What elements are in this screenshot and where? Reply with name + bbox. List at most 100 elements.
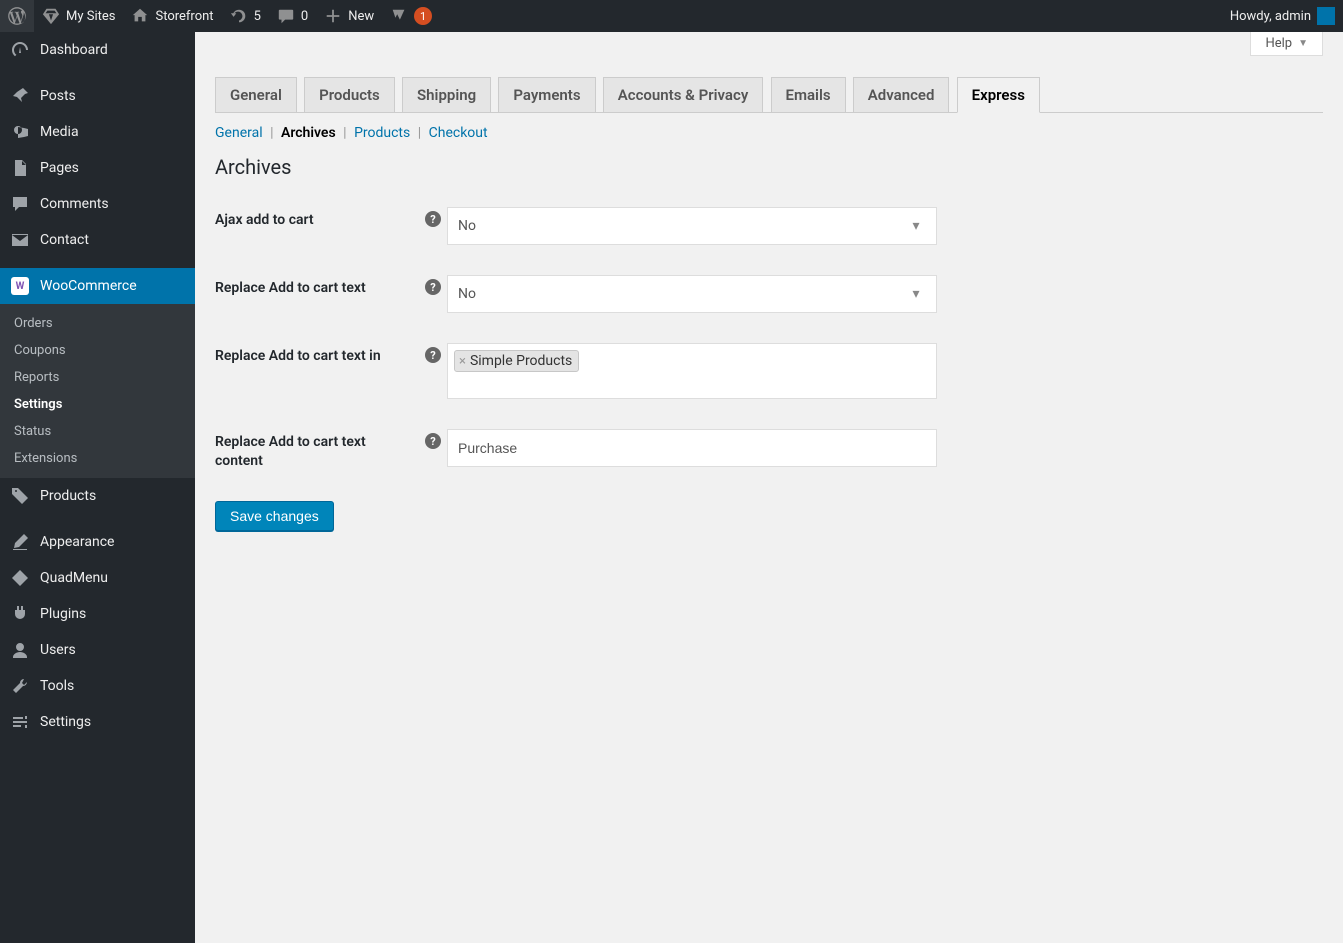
sidebar-item-posts[interactable]: Posts: [0, 78, 195, 114]
updates-count: 5: [254, 9, 261, 24]
submenu-status[interactable]: Status: [0, 418, 195, 445]
save-changes-button[interactable]: Save changes: [215, 501, 334, 531]
site-name-label: Storefront: [155, 9, 213, 24]
plugins-icon: [10, 604, 30, 624]
help-toggle[interactable]: Help ▼: [1250, 32, 1323, 56]
chevron-down-icon: ▾: [902, 208, 930, 244]
selected-tag: × Simple Products: [454, 350, 579, 372]
field-label: Ajax add to cart: [215, 207, 425, 230]
tab-emails[interactable]: Emails: [771, 77, 846, 112]
sidebar-item-users[interactable]: Users: [0, 632, 195, 668]
help-icon[interactable]: ?: [425, 211, 441, 227]
sidebar-item-contact[interactable]: Contact: [0, 222, 195, 258]
submenu-settings[interactable]: Settings: [0, 391, 195, 418]
sidebar-item-appearance[interactable]: Appearance: [0, 524, 195, 560]
wp-logo[interactable]: [0, 0, 34, 32]
section-subnav: General | Archives | Products | Checkout: [215, 125, 1323, 141]
admin-bar: My Sites Storefront 5 0 New 1 Howdy, adm…: [0, 0, 1343, 32]
settings-form: Ajax add to cart ? No ▾ Replace Add to c…: [215, 207, 1323, 471]
product-icon: [10, 486, 30, 506]
yoast-icon: [390, 7, 408, 25]
sidebar-item-label: Plugins: [40, 606, 86, 622]
field-label: Replace Add to cart text: [215, 275, 425, 298]
tab-products[interactable]: Products: [304, 77, 395, 112]
comment-icon: [277, 7, 295, 25]
sidebar-item-dashboard[interactable]: Dashboard: [0, 32, 195, 68]
row-replace-text-content: Replace Add to cart text content ?: [215, 429, 1323, 471]
help-icon[interactable]: ?: [425, 347, 441, 363]
sidebar-item-label: Dashboard: [40, 42, 108, 58]
account-link[interactable]: Howdy, admin: [1222, 0, 1343, 32]
tab-general[interactable]: General: [215, 77, 297, 112]
sidebar-item-label: Products: [40, 488, 96, 504]
dashboard-icon: [10, 40, 30, 60]
submenu-extensions[interactable]: Extensions: [0, 445, 195, 472]
sidebar-item-plugins[interactable]: Plugins: [0, 596, 195, 632]
appearance-icon: [10, 532, 30, 552]
replace-text-content-input[interactable]: [447, 429, 937, 467]
tag-label: Simple Products: [470, 353, 572, 369]
sidebar-item-settings[interactable]: Settings: [0, 704, 195, 740]
updates-link[interactable]: 5: [222, 0, 269, 32]
comments-icon: [10, 194, 30, 214]
sidebar-item-label: Contact: [40, 232, 89, 248]
wordpress-icon: [8, 7, 26, 25]
sidebar-item-label: Pages: [40, 160, 79, 176]
new-content-link[interactable]: New: [316, 0, 382, 32]
row-replace-text: Replace Add to cart text ? No ▾: [215, 275, 1323, 313]
howdy-label: Howdy, admin: [1230, 9, 1311, 24]
media-icon: [10, 122, 30, 142]
pages-icon: [10, 158, 30, 178]
site-name-link[interactable]: Storefront: [123, 0, 221, 32]
sidebar-item-label: Settings: [40, 714, 91, 730]
comments-link[interactable]: 0: [269, 0, 316, 32]
ajax-add-to-cart-select[interactable]: No ▾: [447, 207, 937, 245]
sidebar-item-media[interactable]: Media: [0, 114, 195, 150]
sidebar-item-comments[interactable]: Comments: [0, 186, 195, 222]
subtab-general[interactable]: General: [215, 125, 263, 141]
submenu-reports[interactable]: Reports: [0, 364, 195, 391]
sidebar-item-quadmenu[interactable]: QuadMenu: [0, 560, 195, 596]
subtab-archives[interactable]: Archives: [281, 125, 336, 141]
field-label: Replace Add to cart text in: [215, 343, 425, 366]
my-sites-link[interactable]: My Sites: [34, 0, 123, 32]
admin-sidebar: Dashboard Posts Media Pages Comments Con…: [0, 32, 195, 943]
update-icon: [230, 7, 248, 25]
submenu-orders[interactable]: Orders: [0, 310, 195, 337]
sidebar-item-label: QuadMenu: [40, 570, 108, 586]
chevron-down-icon: ▾: [902, 276, 930, 312]
tab-advanced[interactable]: Advanced: [853, 77, 950, 112]
remove-tag-icon[interactable]: ×: [459, 354, 466, 369]
my-sites-label: My Sites: [66, 9, 115, 24]
subtab-checkout[interactable]: Checkout: [429, 125, 488, 141]
sidebar-item-label: Media: [40, 124, 79, 140]
quadmenu-icon: [10, 568, 30, 588]
help-label: Help: [1265, 36, 1292, 51]
row-replace-text-in: Replace Add to cart text in ? × Simple P…: [215, 343, 1323, 399]
replace-text-in-multiselect[interactable]: × Simple Products: [447, 343, 937, 399]
row-ajax-add-to-cart: Ajax add to cart ? No ▾: [215, 207, 1323, 245]
sidebar-item-products[interactable]: Products: [0, 478, 195, 514]
sidebar-item-label: WooCommerce: [40, 278, 137, 294]
plus-icon: [324, 7, 342, 25]
submenu-coupons[interactable]: Coupons: [0, 337, 195, 364]
replace-text-select[interactable]: No ▾: [447, 275, 937, 313]
select-value: No: [458, 218, 476, 234]
tab-accounts-privacy[interactable]: Accounts & Privacy: [603, 77, 764, 112]
settings-tabs: General Products Shipping Payments Accou…: [215, 42, 1323, 113]
sidebar-item-label: Appearance: [40, 534, 114, 550]
section-title: Archives: [215, 155, 1323, 179]
tab-payments[interactable]: Payments: [498, 77, 595, 112]
yoast-link[interactable]: 1: [382, 0, 440, 32]
settings-icon: [10, 712, 30, 732]
help-icon[interactable]: ?: [425, 279, 441, 295]
tab-express[interactable]: Express: [957, 77, 1040, 113]
sidebar-item-tools[interactable]: Tools: [0, 668, 195, 704]
tab-shipping[interactable]: Shipping: [402, 77, 491, 112]
help-icon[interactable]: ?: [425, 433, 441, 449]
sidebar-item-pages[interactable]: Pages: [0, 150, 195, 186]
subtab-products[interactable]: Products: [354, 125, 410, 141]
sites-icon: [42, 7, 60, 25]
sidebar-item-woocommerce[interactable]: W WooCommerce: [0, 268, 195, 304]
sidebar-item-label: Users: [40, 642, 76, 658]
